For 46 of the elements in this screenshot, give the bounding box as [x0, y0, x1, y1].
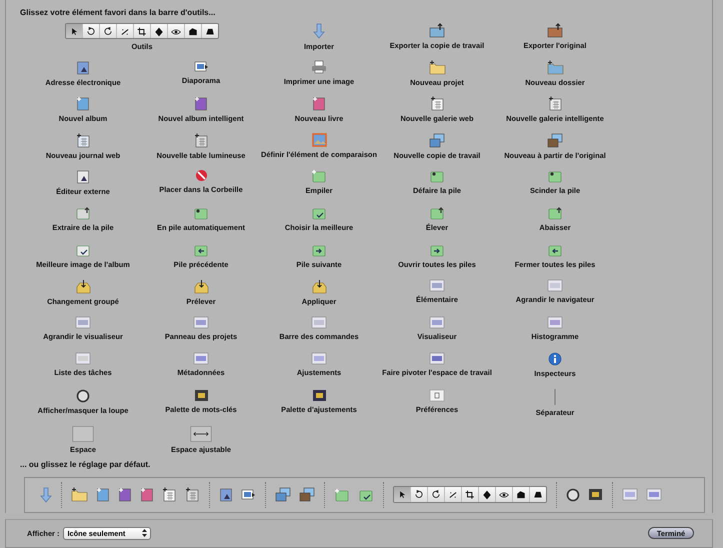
tool-segment[interactable]: [83, 24, 100, 38]
instruction-text: Glissez votre élément favori dans la barre d'outils...: [20, 8, 216, 17]
space-icon: [71, 426, 95, 442]
crop-icon: [465, 490, 475, 500]
tool-segment[interactable]: [151, 24, 168, 38]
eye-icon: [499, 490, 509, 500]
tool-segment[interactable]: [462, 487, 479, 502]
tool-segment[interactable]: [100, 24, 117, 38]
rotate-left-icon: [414, 490, 424, 500]
print-icon: [311, 60, 327, 74]
flexible-space-icon: [189, 426, 213, 442]
tool-segment[interactable]: [513, 487, 530, 502]
rotate-left-icon: [86, 26, 96, 36]
separator-icon: [554, 388, 556, 405]
diamond-icon: [482, 490, 492, 500]
tool-segment[interactable]: [479, 487, 496, 502]
tool-segment[interactable]: [428, 487, 445, 502]
import-icon: [40, 486, 52, 503]
tool-segment[interactable]: [202, 24, 218, 38]
loupe-icon: [566, 488, 580, 502]
tool-segment[interactable]: [496, 487, 513, 502]
tool-segment[interactable]: [394, 487, 411, 502]
rotate-right-icon: [431, 490, 441, 500]
loupe-icon: [76, 388, 90, 403]
eye-icon: [171, 26, 181, 36]
tool-segment[interactable]: [530, 487, 546, 502]
diamond-icon: [154, 26, 164, 36]
default-set-text: ... ou glissez le réglage par défaut.: [20, 460, 150, 469]
tools-segmented-control[interactable]: [393, 486, 547, 504]
tool-segment[interactable]: [66, 24, 83, 38]
tool-segment[interactable]: [134, 24, 151, 38]
select-arrow-icon: [69, 26, 79, 36]
default-toolbar[interactable]: [24, 476, 705, 513]
tool-segment[interactable]: [117, 24, 134, 38]
straighten-icon: [448, 490, 458, 500]
tool-segment[interactable]: [168, 24, 185, 38]
stepper-arrows-icon: [142, 529, 148, 538]
tool-segment[interactable]: [445, 487, 462, 502]
import-icon: [313, 23, 325, 39]
tool-segment[interactable]: [411, 487, 428, 502]
tool-segment[interactable]: [185, 24, 202, 38]
crop-icon: [137, 26, 147, 36]
rotate-right-icon: [103, 26, 113, 36]
tools-segmented-control[interactable]: [65, 23, 219, 39]
select-arrow-icon: [397, 490, 407, 500]
straighten-icon: [120, 26, 130, 36]
